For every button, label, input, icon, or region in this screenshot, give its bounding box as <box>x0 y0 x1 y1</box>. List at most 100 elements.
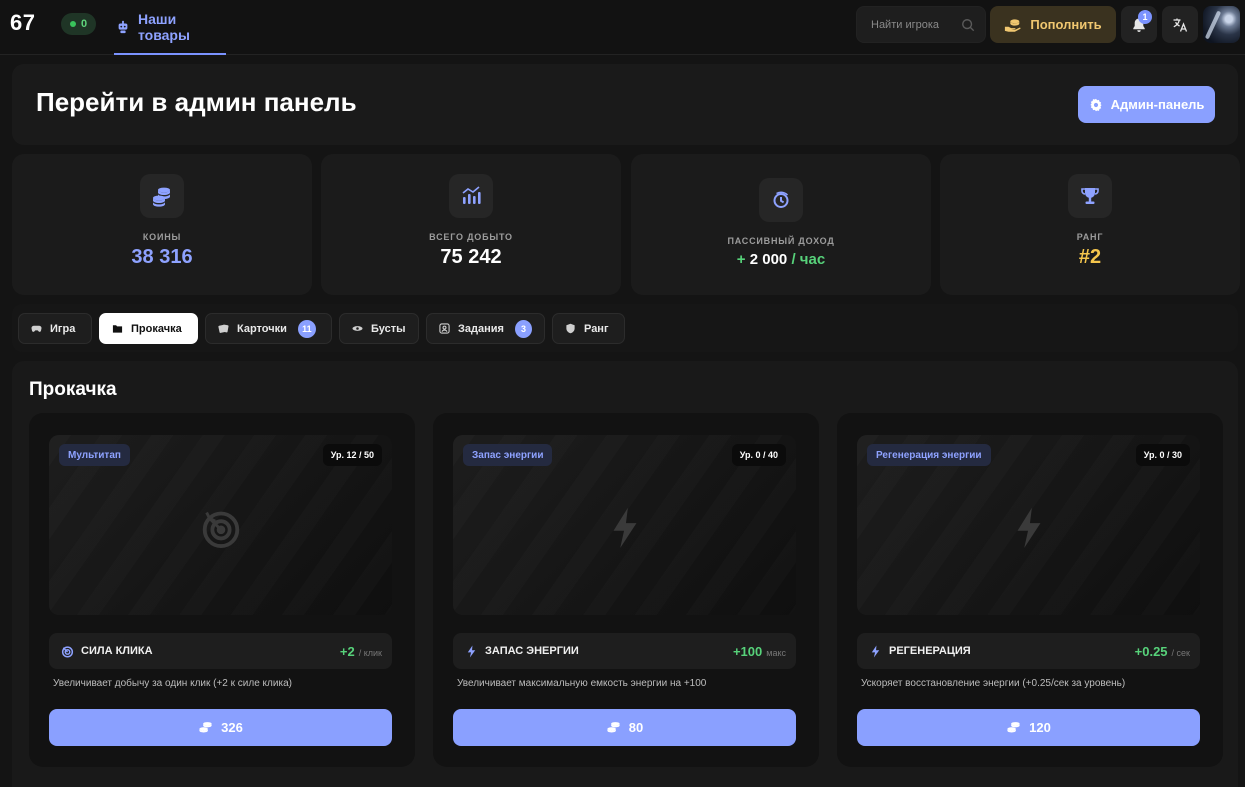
admin-panel-button[interactable]: Админ-панель <box>1078 86 1215 123</box>
coins-icon <box>198 720 213 735</box>
rank-value: #2 <box>1078 246 1102 268</box>
admin-panel-label: Админ-панель <box>1110 97 1205 112</box>
tasks-count-badge: 3 <box>514 319 532 338</box>
upgrade-stat-name: РЕГЕНЕРАЦИЯ <box>889 645 971 657</box>
upgrade-preview: Регенерация энергии Ур. 0 / 30 <box>857 435 1200 615</box>
gear-icon <box>1089 98 1103 112</box>
online-dot-icon <box>69 21 76 27</box>
notifications-button[interactable]: 1 <box>1121 6 1157 43</box>
clock-icon <box>770 189 792 211</box>
upgrade-stat-value-group: +0.25 / сек <box>1135 644 1190 659</box>
upgrade-price: 80 <box>628 720 644 735</box>
upgrade-tag: Регенерация энергии <box>867 444 991 466</box>
upgrade-stat-value: +100 <box>732 643 763 659</box>
upgrade-stat-value-group: +100 макс <box>733 644 786 659</box>
gamepad-icon <box>31 323 42 334</box>
tab-boosts[interactable]: Бусты <box>339 313 419 344</box>
passive-number: 2 000 <box>749 251 788 268</box>
top-bar: 67 0 Наши товары Пополнить 1 <box>0 0 1245 55</box>
upgrade-description: Ускоряет восстановление энергии (+0.25/с… <box>861 678 1126 689</box>
upgrade-card-energy-capacity: Запас энергии Ур. 0 / 40 ЗАПАС ЭНЕРГИИ +… <box>433 413 819 767</box>
avatar-art <box>1204 10 1222 40</box>
tab-label: Ранг <box>584 322 609 335</box>
tab-tasks[interactable]: Задания 3 <box>426 313 545 344</box>
upgrade-level: Ур. 0 / 30 <box>1135 444 1190 466</box>
rank-label: РАНГ <box>1076 232 1104 242</box>
passive-icon-box <box>759 178 803 222</box>
online-count: 0 <box>80 18 88 30</box>
app-logo[interactable]: 67 <box>10 10 35 36</box>
upgrade-level: Ур. 0 / 40 <box>731 444 786 466</box>
tab-label: Задания <box>458 322 504 335</box>
upgrade-stat-value: +2 <box>339 643 355 659</box>
upgrade-description: Увеличивает добычу за один клик (+2 к си… <box>53 678 292 689</box>
topup-label: Пополнить <box>1030 17 1102 32</box>
total-value: 75 242 <box>440 246 502 268</box>
lightning-icon <box>869 644 882 658</box>
upgrade-stat-unit: макс <box>766 647 786 658</box>
upgrade-price: 120 <box>1029 720 1051 735</box>
buy-upgrade-button[interactable]: 80 <box>453 709 796 746</box>
buy-upgrade-button[interactable]: 120 <box>857 709 1200 746</box>
lightning-icon <box>601 504 649 552</box>
trophy-icon <box>1079 185 1101 207</box>
topup-button[interactable]: Пополнить <box>990 6 1116 43</box>
upgrade-card-energy-regen: Регенерация энергии Ур. 0 / 30 РЕГЕНЕРАЦ… <box>837 413 1223 767</box>
passive-label: ПАССИВНЫЙ ДОХОД <box>727 236 835 246</box>
upgrade-preview: Мультитап Ур. 12 / 50 <box>49 435 392 615</box>
coins-stack-icon <box>151 185 173 207</box>
buy-upgrade-button[interactable]: 326 <box>49 709 392 746</box>
upgrade-tag: Мультитап <box>59 444 130 466</box>
stat-rank: РАНГ #2 <box>940 154 1240 295</box>
tab-game[interactable]: Игра <box>18 313 92 344</box>
tabs-bar: Игра Прокачка Карточки 11 Бусты Задания … <box>12 304 1238 352</box>
search-icon[interactable] <box>961 18 975 32</box>
stat-coins: КОИНЫ 38 316 <box>12 154 312 295</box>
tab-upgrade[interactable]: Прокачка <box>99 313 198 344</box>
upgrade-stat-row: РЕГЕНЕРАЦИЯ +0.25 / сек <box>857 633 1200 669</box>
target-icon <box>61 645 74 658</box>
tab-rank[interactable]: Ранг <box>552 313 625 344</box>
tab-cards[interactable]: Карточки 11 <box>205 313 332 344</box>
robot-icon <box>116 20 130 34</box>
lightning-icon <box>1005 504 1053 552</box>
passive-prefix: + <box>736 251 746 268</box>
nav-tab-products[interactable]: Наши товары <box>114 0 226 55</box>
upgrade-stat-value: +0.25 <box>1134 643 1168 659</box>
coin-hand-icon <box>1004 17 1022 33</box>
coins-label: КОИНЫ <box>142 232 182 242</box>
upgrade-stat-name: ЗАПАС ЭНЕРГИИ <box>485 645 579 657</box>
rank-icon-box <box>1068 174 1112 218</box>
upgrade-price: 326 <box>221 720 243 735</box>
tab-label: Прокачка <box>131 322 182 335</box>
cards-icon <box>218 323 229 334</box>
shield-icon <box>565 323 576 334</box>
target-icon <box>197 504 245 552</box>
tab-label: Бусты <box>371 322 406 335</box>
upgrade-card-multitap: Мультитап Ур. 12 / 50 СИЛА КЛИКА +2 / кл… <box>29 413 415 767</box>
upgrade-stat-name: СИЛА КЛИКА <box>81 645 153 657</box>
upgrade-stat-row: ЗАПАС ЭНЕРГИИ +100 макс <box>453 633 796 669</box>
language-button[interactable] <box>1162 6 1198 43</box>
total-label: ВСЕГО ДОБЫТО <box>429 232 513 242</box>
upgrade-tag: Запас энергии <box>463 444 553 466</box>
upgrade-description: Увеличивает максимальную емкость энергии… <box>457 678 707 689</box>
search-input[interactable] <box>871 18 957 31</box>
online-indicator: 0 <box>61 13 96 35</box>
admin-banner: Перейти в админ панель Админ-панель <box>12 64 1238 145</box>
section-title: Прокачка <box>29 379 117 400</box>
upgrade-stat-row: СИЛА КЛИКА +2 / клик <box>49 633 392 669</box>
tasks-icon <box>439 323 450 334</box>
tab-label: Карточки <box>237 322 287 335</box>
total-icon-box <box>449 174 493 218</box>
upgrade-section: Прокачка Мультитап Ур. 12 / 50 СИЛА КЛИК… <box>12 361 1238 787</box>
tab-label: Игра <box>50 322 76 335</box>
passive-value: + 2 000 / час <box>737 251 825 268</box>
cards-count-badge: 11 <box>297 319 316 338</box>
rocket-icon <box>352 323 363 334</box>
upgrade-preview: Запас энергии Ур. 0 / 40 <box>453 435 796 615</box>
player-search[interactable] <box>856 6 986 43</box>
coins-value: 38 316 <box>131 246 193 268</box>
user-avatar[interactable] <box>1203 6 1240 43</box>
upgrade-stat-unit: / клик <box>358 647 382 658</box>
